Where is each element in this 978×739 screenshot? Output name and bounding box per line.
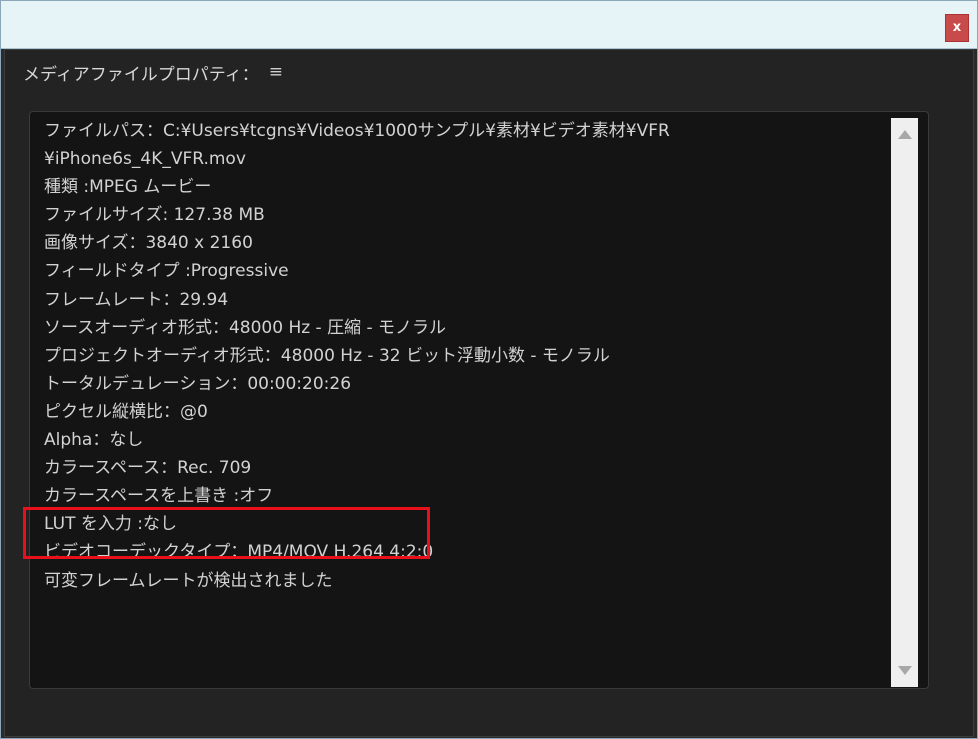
panel-title: メディアファイルプロパティ： [23, 64, 259, 85]
property-field-type: フィールドタイプ :Progressive [44, 261, 289, 282]
property-input-lut: LUT を入力 :なし [44, 514, 177, 535]
property-total-duration: トータルデュレーション：00:00:20:26 [44, 373, 352, 394]
dialog-body: メディアファイルプロパティ： ≡ ファイルパス：C:¥Users¥tcgns¥V… [4, 49, 974, 737]
property-file-size: ファイルサイズ: 127.38 MB [44, 205, 265, 226]
properties-list: ファイルパス：C:¥Users¥tcgns¥Videos¥1000サンプル¥素材… [44, 117, 894, 595]
property-project-audio-format: プロジェクトオーディオ形式：48000 Hz - 32 ビット浮動小数 - モノ… [44, 345, 610, 366]
property-image-size: 画像サイズ：3840 x 2160 [44, 233, 253, 254]
property-color-space: カラースペース：Rec. 709 [44, 458, 252, 479]
property-type: 種類 :MPEG ムービー [44, 177, 212, 198]
property-frame-rate: フレームレート：29.94 [44, 289, 229, 310]
close-icon[interactable]: x [953, 20, 961, 35]
property-video-codec-type: ビデオコーデックタイプ：MP4/MOV H.264 4:2:0 [44, 542, 434, 563]
scroll-down-arrow-icon[interactable] [898, 666, 912, 675]
property-file-path-continued: ¥iPhone6s_4K_VFR.mov [44, 149, 246, 170]
title-bar[interactable]: x [1, 1, 977, 49]
property-color-space-override: カラースペースを上書き :オフ [44, 486, 274, 507]
panel-header: メディアファイルプロパティ： ≡ [23, 60, 283, 85]
property-source-audio-format: ソースオーディオ形式：48000 Hz - 圧縮 - モノラル [44, 317, 447, 338]
property-vfr-detected: 可変フレームレートが検出されました [44, 570, 333, 591]
scroll-up-arrow-icon[interactable] [898, 130, 912, 139]
property-pixel-aspect-ratio: ピクセル縦横比：@0 [44, 401, 208, 422]
hamburger-menu-icon[interactable]: ≡ [269, 62, 283, 82]
close-button[interactable]: x [945, 14, 969, 42]
media-properties-window: x メディアファイルプロパティ： ≡ ファイルパス：C:¥Users¥tcgns… [0, 0, 978, 739]
vertical-scrollbar[interactable] [891, 118, 918, 687]
property-file-path: ファイルパス：C:¥Users¥tcgns¥Videos¥1000サンプル¥素材… [44, 121, 670, 141]
properties-text-area[interactable]: ファイルパス：C:¥Users¥tcgns¥Videos¥1000サンプル¥素材… [29, 111, 929, 689]
property-alpha: Alpha：なし [44, 430, 144, 451]
